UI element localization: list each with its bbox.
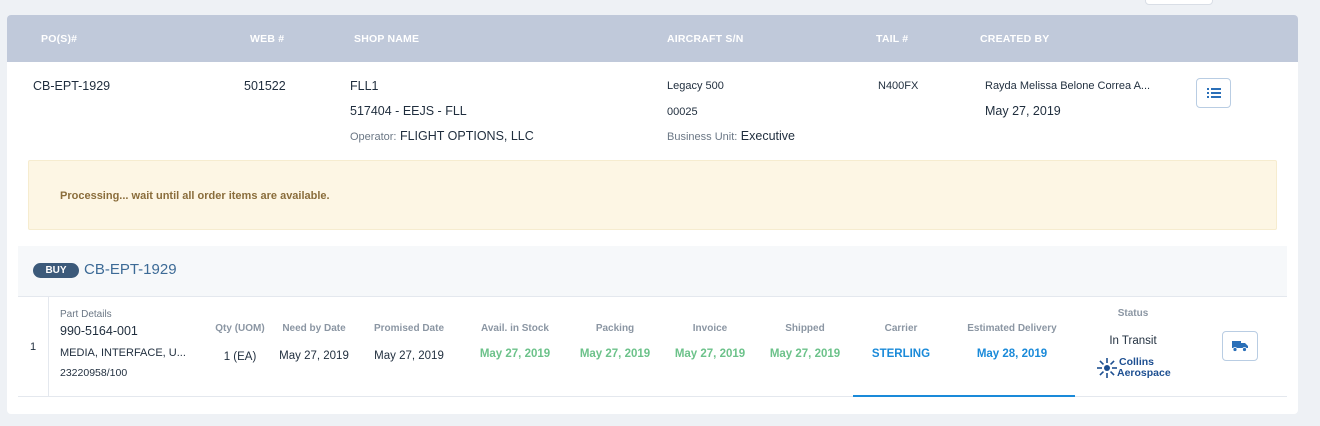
shop-address: 517404 - EEJS - FLL [350, 104, 467, 118]
list-icon [1206, 88, 1221, 98]
tail-number: N400FX [878, 80, 919, 92]
col-status: Status [1117, 308, 1149, 319]
order-card: PO(S)# WEB # SHOP NAME AIRCRAFT S/N TAIL… [7, 15, 1298, 414]
item-index: 1 [30, 341, 37, 353]
section-po: CB-EPT-1929 [84, 261, 177, 278]
created-date: May 27, 2019 [985, 104, 1061, 118]
header-tail: TAIL # [876, 33, 909, 45]
aircraft-model: Legacy 500 [667, 80, 724, 92]
truck-icon [1232, 341, 1248, 352]
col-avail: Avail. in Stock [481, 323, 549, 334]
business-unit-label: Business Unit: [667, 131, 738, 143]
col-qty: Qty (UOM) [215, 323, 265, 334]
item-avail: May 27, 2019 [479, 348, 551, 360]
operator-value: FLIGHT OPTIONS, LLC [399, 129, 534, 143]
top-right-button[interactable] [1145, 0, 1213, 5]
col-need-by: Need by Date [282, 323, 346, 334]
item-carrier[interactable]: STERLING [856, 348, 946, 360]
tracking-button[interactable] [1222, 331, 1258, 361]
collins-aerospace-logo: Collins Aerospace [1095, 357, 1175, 379]
operator: Operator: FLIGHT OPTIONS, LLC [350, 129, 534, 143]
header-aircraft-sn: AIRCRAFT S/N [667, 33, 744, 45]
business-unit-value: Executive [740, 129, 795, 143]
order-details-button[interactable] [1196, 78, 1231, 108]
col-packing: Packing [595, 323, 635, 334]
col-shipped: Shipped [785, 323, 825, 334]
part-ref: 23220958/100 [60, 367, 128, 379]
col-carrier: Carrier [884, 323, 918, 334]
creator-name: Rayda Melissa Belone Correa A... [985, 80, 1151, 92]
col-est-delivery: Estimated Delivery [967, 323, 1057, 334]
row-top-divider [18, 296, 1287, 297]
item-invoice: May 27, 2019 [674, 348, 746, 360]
po-section-header: BUY CB-EPT-1929 [18, 246, 1287, 296]
item-status: In Transit [1109, 335, 1157, 347]
item-shipped: May 27, 2019 [769, 348, 841, 360]
item-packing: May 27, 2019 [579, 348, 651, 360]
part-details-label: Part Details [60, 309, 112, 320]
part-description: MEDIA, INTERFACE, U... [60, 347, 186, 359]
col-invoice: Invoice [692, 323, 728, 334]
col-promised: Promised Date [373, 323, 445, 334]
header-created-by: CREATED BY [980, 33, 1050, 45]
processing-notice-text: Processing... wait until all order items… [60, 190, 330, 202]
shop-name: FLL1 [350, 79, 379, 93]
table-header: PO(S)# WEB # SHOP NAME AIRCRAFT S/N TAIL… [7, 15, 1298, 62]
header-web: WEB # [250, 33, 285, 45]
operator-label: Operator: [350, 131, 397, 143]
part-number[interactable]: 990-5164-001 [60, 324, 138, 338]
collins-sunburst-icon [1097, 358, 1117, 378]
order-web: 501522 [244, 79, 286, 93]
logo-line-1: Collins [1119, 356, 1155, 368]
row-bottom-divider [18, 396, 1287, 397]
item-qty: 1 (EA) [223, 351, 257, 363]
order-po: CB-EPT-1929 [33, 79, 111, 93]
header-po: PO(S)# [41, 33, 78, 45]
processing-notice: Processing... wait until all order items… [28, 160, 1277, 230]
business-unit: Business Unit: Executive [667, 129, 795, 143]
item-need-by: May 27, 2019 [279, 350, 349, 362]
item-promised: May 27, 2019 [374, 350, 444, 362]
buy-badge: BUY [33, 263, 79, 278]
item-est-delivery: May 28, 2019 [976, 348, 1048, 360]
aircraft-serial: 00025 [667, 106, 698, 118]
header-shop-name: SHOP NAME [354, 33, 420, 45]
carrier-active-underline [853, 395, 1075, 397]
logo-line-2: Aerospace [1117, 367, 1171, 379]
row-index-divider [48, 296, 49, 396]
